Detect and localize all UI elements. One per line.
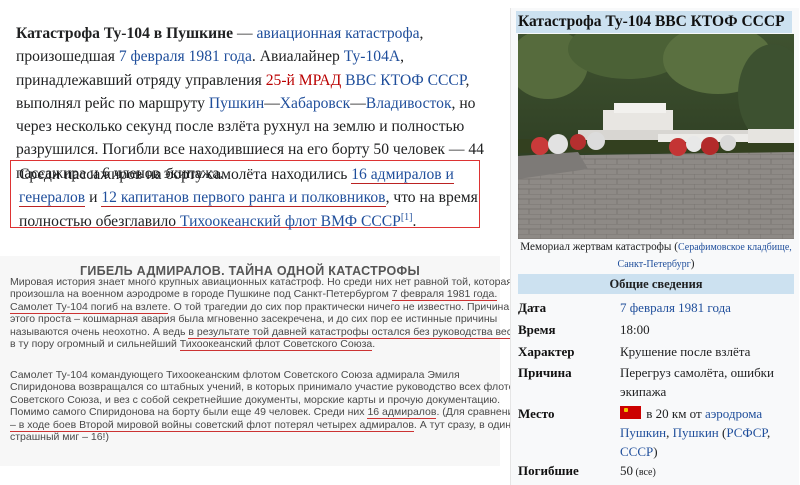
link-air-crash[interactable]: авиационная катастрофа bbox=[256, 25, 419, 42]
scan-paragraph-1: Мировая история знает много крупных авиа… bbox=[10, 276, 518, 352]
memorial-photo-graphic bbox=[518, 34, 794, 239]
infobox-title: Катастрофа Ту-104 ВВС КТОФ СССР bbox=[516, 11, 792, 33]
memorial-photo[interactable] bbox=[518, 34, 794, 239]
highlighted-callout: Среди пассажиров на борту самолёта наход… bbox=[10, 160, 480, 230]
link-pushkin[interactable]: Пушкин bbox=[209, 95, 264, 112]
link-vvs-ktof[interactable]: ВВС КТОФ СССР bbox=[345, 72, 465, 89]
reference-1[interactable]: [1] bbox=[401, 211, 413, 222]
link-ussr[interactable]: СССР bbox=[620, 444, 653, 459]
link-captains-colonels[interactable]: 12 капитанов первого ранга и полковников bbox=[101, 189, 386, 208]
link-place-pushkin[interactable]: Пушкин bbox=[673, 425, 719, 440]
photo-caption: Мемориал жертвам катастрофы (Серафимовск… bbox=[520, 241, 792, 270]
scanned-book-excerpt: ГИБЕЛЬ АДМИРАЛОВ. ТАЙНА ОДНОЙ КАТАСТРОФЫ… bbox=[0, 256, 521, 466]
link-crash-date[interactable]: 7 февраля 1981 года bbox=[119, 48, 252, 65]
link-pacific-fleet[interactable]: Тихоокеанский флот ВМФ СССР bbox=[180, 213, 401, 230]
link-vladivostok[interactable]: Владивосток bbox=[366, 95, 452, 112]
scan-paragraph-2: Самолет Ту-104 командующего Тихоокеански… bbox=[10, 369, 521, 444]
redlink-25-mrad[interactable]: 25-й МРАД bbox=[266, 72, 341, 89]
link-date-value[interactable]: 7 февраля 1981 года bbox=[620, 298, 792, 317]
ussr-flag-icon bbox=[620, 406, 641, 419]
article-title-bold: Катастрофа Ту-104 в Пушкине bbox=[16, 25, 234, 42]
link-tu104a[interactable]: Ту-104А bbox=[344, 48, 400, 65]
link-khabarovsk[interactable]: Хабаровск bbox=[280, 95, 350, 112]
infobox: Катастрофа Ту-104 ВВС КТОФ СССР Мемориал… bbox=[510, 8, 799, 485]
infobox-section-header: Общие сведения bbox=[518, 274, 794, 294]
link-rsfsr[interactable]: РСФСР bbox=[726, 425, 767, 440]
